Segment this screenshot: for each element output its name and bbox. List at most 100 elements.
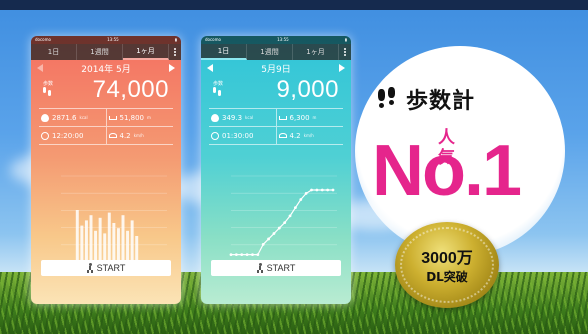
- distance-unit: m: [147, 115, 151, 120]
- distance-value: 51,800: [119, 113, 145, 122]
- chart-bar: [103, 233, 107, 262]
- metrics-grid: 2871.6 kcal 51,800 m 12:20:00 4.2 km/h: [39, 108, 173, 145]
- series-point: [326, 188, 330, 192]
- calories-value: 349.3: [222, 113, 243, 122]
- steps-summary: 歩数 74,000: [31, 76, 181, 106]
- distance-value: 6,300: [289, 113, 310, 122]
- series-point: [267, 237, 270, 241]
- daily-line-chart: [215, 172, 339, 272]
- footprints-icon: [378, 87, 400, 111]
- steps-label: 歩数: [43, 81, 54, 87]
- status-bar: docomo 13:55 ▮: [201, 36, 351, 44]
- flame-icon: [211, 113, 219, 122]
- prev-arrow-icon[interactable]: [37, 64, 43, 72]
- download-suffix: DL突破: [426, 270, 468, 284]
- prev-arrow-icon[interactable]: [207, 64, 213, 72]
- more-menu-icon[interactable]: [169, 44, 181, 60]
- monthly-bar-chart: [45, 172, 169, 272]
- series-point: [240, 253, 244, 256]
- start-label: START: [96, 263, 126, 273]
- more-menu-icon[interactable]: [339, 44, 351, 60]
- carrier: docomo: [205, 37, 221, 42]
- steps-count: 74,000: [92, 76, 169, 103]
- brand-title: 歩数計: [378, 86, 476, 114]
- tab-month[interactable]: 1ヶ月: [123, 44, 169, 60]
- popularity-label: 人気: [438, 128, 455, 168]
- promo-scene: docomo 13:55 ▮ 1日 1週間 1ヶ月 2014年 5月 歩数 74…: [0, 0, 588, 334]
- date-label: 5月9日: [261, 64, 291, 75]
- chart-bar: [98, 217, 102, 262]
- distance-unit: m: [312, 115, 317, 120]
- chart-bar: [80, 225, 84, 262]
- chart-bar: [126, 230, 130, 262]
- calories-unit: kcal: [245, 115, 254, 120]
- speed-value: 4.2: [119, 131, 131, 140]
- carrier: docomo: [35, 37, 51, 42]
- chart-bar: [89, 215, 93, 262]
- speed-unit: km/h: [133, 133, 144, 138]
- tab-week[interactable]: 1週間: [77, 44, 123, 60]
- chart-bar: [107, 212, 111, 262]
- phone-daily-view: docomo 13:55 ▮ 1日 1週間 1ヶ月 5月9日 歩数 9,000 …: [201, 36, 351, 304]
- steps-summary: 歩数 9,000: [201, 76, 351, 106]
- start-button[interactable]: START: [41, 260, 171, 276]
- ruler-icon: [108, 115, 117, 120]
- date-nav: 2014年 5月: [31, 60, 181, 76]
- status-time: 13:55: [107, 37, 119, 42]
- speed-unit: km/h: [303, 133, 314, 138]
- time-metric: 01:30:00: [209, 127, 276, 144]
- chart-bar: [84, 220, 88, 262]
- phone-monthly-view: docomo 13:55 ▮ 1日 1週間 1ヶ月 2014年 5月 歩数 74…: [31, 36, 181, 304]
- download-seal: 3000万 DL突破: [395, 222, 499, 308]
- series-point: [283, 221, 287, 225]
- series-point: [245, 253, 249, 256]
- battery-icon: ▮: [174, 37, 177, 42]
- tab-day[interactable]: 1日: [201, 44, 247, 60]
- battery-icon: ▮: [344, 37, 347, 42]
- status-bar: docomo 13:55 ▮: [31, 36, 181, 44]
- chart-bar: [75, 210, 79, 262]
- series-point: [277, 226, 281, 230]
- series-point: [261, 243, 265, 246]
- next-arrow-icon[interactable]: [339, 64, 345, 72]
- speed-value: 4.2: [289, 131, 301, 140]
- tab-day[interactable]: 1日: [31, 44, 77, 60]
- ruler-icon: [278, 115, 287, 120]
- metrics-grid: 349.3 kcal 6,300 m 01:30:00 4.2 km/h: [209, 108, 343, 145]
- series-point: [256, 253, 260, 256]
- series-point: [294, 206, 297, 210]
- series-point: [234, 253, 238, 256]
- series-point: [299, 198, 303, 201]
- calories-metric: 349.3 kcal: [209, 109, 276, 126]
- brand-name: 歩数計: [406, 89, 476, 114]
- start-button[interactable]: START: [211, 260, 341, 276]
- period-tabs: 1日 1週間 1ヶ月: [31, 44, 181, 60]
- speedometer-icon: [278, 133, 287, 138]
- series-point: [331, 188, 335, 192]
- chart-bar: [130, 220, 134, 262]
- distance-metric: 51,800 m: [105, 109, 174, 126]
- tab-week[interactable]: 1週間: [247, 44, 293, 60]
- next-arrow-icon[interactable]: [169, 64, 175, 72]
- speed-metric: 4.2 km/h: [275, 127, 344, 144]
- time-value: 12:20:00: [52, 131, 84, 140]
- walking-person-icon: [86, 263, 93, 273]
- footprints-icon: [43, 87, 53, 97]
- flame-icon: [41, 113, 49, 122]
- calories-unit: kcal: [79, 115, 88, 120]
- series-point: [272, 232, 276, 235]
- footprints-icon: [213, 87, 223, 97]
- series-point: [304, 192, 308, 195]
- steps-label: 歩数: [213, 81, 224, 87]
- calories-metric: 2871.6 kcal: [39, 109, 106, 126]
- series-point: [310, 188, 313, 192]
- tab-month[interactable]: 1ヶ月: [293, 44, 339, 60]
- speed-metric: 4.2 km/h: [105, 127, 174, 144]
- series-point: [288, 214, 292, 218]
- top-strip: [0, 0, 588, 10]
- distance-metric: 6,300 m: [275, 109, 344, 126]
- calories-value: 2871.6: [52, 113, 77, 122]
- chart-bar: [112, 223, 116, 262]
- chart-bar: [121, 215, 125, 262]
- line-chart-svg: [229, 175, 337, 263]
